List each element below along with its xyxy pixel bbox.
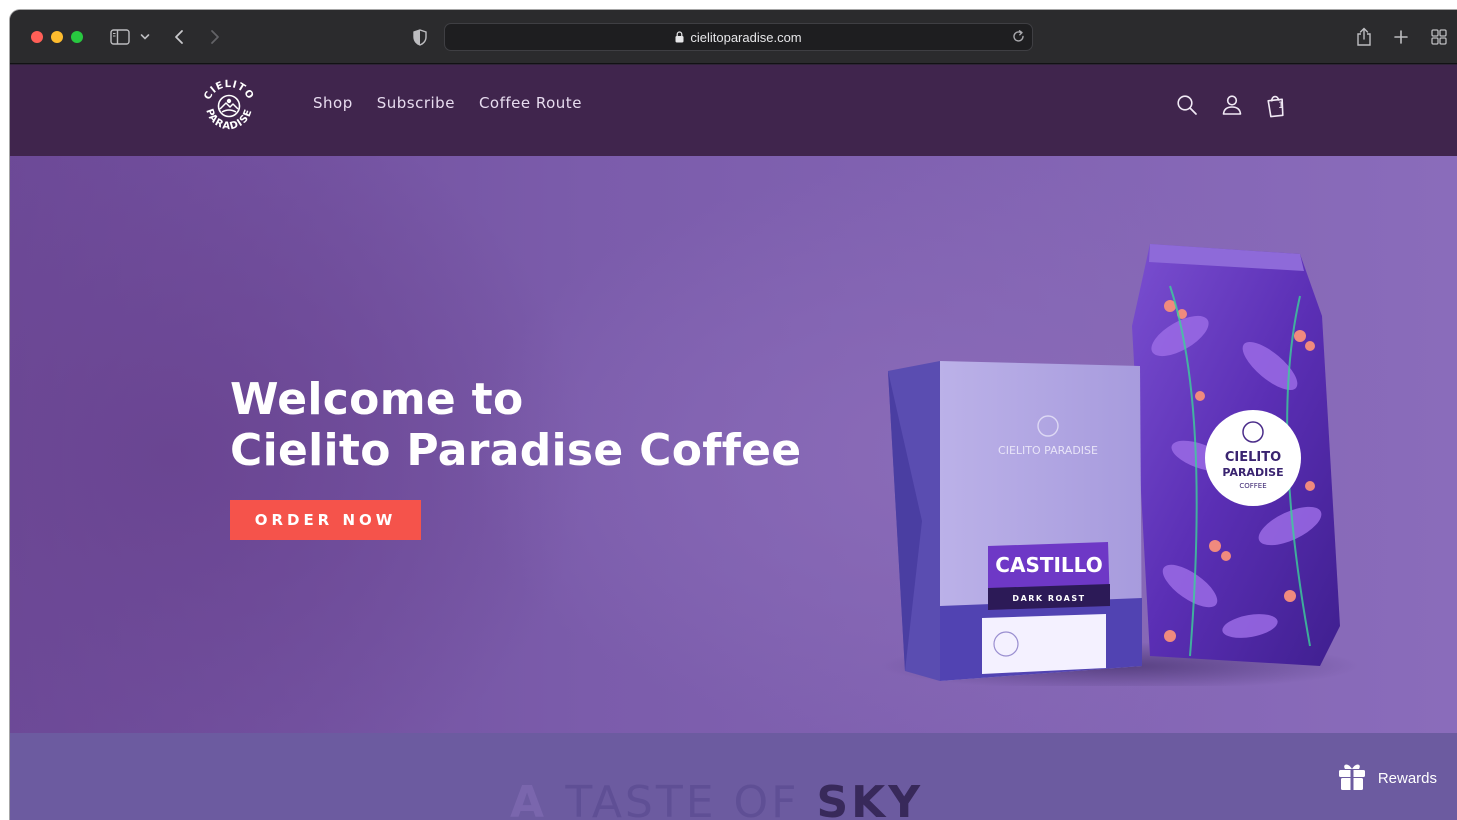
new-tab-icon[interactable] xyxy=(1391,25,1411,49)
hero-banner: Welcome to Cielito Paradise Coffee ORDER… xyxy=(10,156,1457,733)
nav-coffee-route-link[interactable]: Coffee Route xyxy=(479,94,582,112)
sidebar-toggle-icon[interactable] xyxy=(108,25,132,49)
lock-icon xyxy=(675,31,684,43)
privacy-shield-icon[interactable] xyxy=(410,25,430,49)
chevron-down-icon[interactable] xyxy=(138,25,152,49)
browser-window: cielitoparadise.com CIELITO PARADISE Sho… xyxy=(10,10,1457,820)
gift-icon xyxy=(1338,761,1366,795)
zoom-window-button[interactable] xyxy=(71,31,83,43)
close-window-button[interactable] xyxy=(31,31,43,43)
bag-brand-line-1: CIELITO xyxy=(1225,450,1281,465)
account-icon[interactable] xyxy=(1221,91,1243,119)
tagline-part-1: A xyxy=(510,777,566,820)
cart-icon[interactable]: 1 xyxy=(1265,91,1287,119)
back-icon[interactable] xyxy=(170,25,188,49)
coffee-product-image: CIELITO PARADISE COFFEE CIELITO PARADISE… xyxy=(880,244,1360,686)
reload-icon[interactable] xyxy=(1011,29,1026,47)
tab-overview-icon[interactable] xyxy=(1428,25,1450,49)
main-nav: Shop Subscribe Coffee Route xyxy=(313,94,582,112)
share-icon[interactable] xyxy=(1353,25,1375,49)
order-now-button[interactable]: ORDER NOW xyxy=(230,500,421,540)
browser-titlebar: cielitoparadise.com xyxy=(10,10,1457,64)
rewards-label: Rewards xyxy=(1377,769,1437,787)
minimize-window-button[interactable] xyxy=(51,31,63,43)
tagline-part-3: SKY xyxy=(816,777,924,820)
search-icon[interactable] xyxy=(1176,91,1198,119)
coffee-bag: CIELITO PARADISE COFFEE xyxy=(1132,244,1340,666)
tagline-part-2: TASTE OF xyxy=(565,777,817,820)
tagline-section: A TASTE OF SKY Rewards xyxy=(10,733,1457,820)
url-text: cielitoparadise.com xyxy=(690,29,802,45)
nav-subscribe-link[interactable]: Subscribe xyxy=(377,94,455,112)
tagline: A TASTE OF SKY xyxy=(510,777,923,820)
svg-text:CIELITO: CIELITO xyxy=(202,79,256,102)
nav-shop-link[interactable]: Shop xyxy=(313,94,353,112)
box-roast-label: DARK ROAST xyxy=(1012,594,1085,603)
hero-title: Welcome to Cielito Paradise Coffee xyxy=(230,374,801,476)
box-brand-text: CIELITO PARADISE xyxy=(998,444,1098,457)
bag-brand-line-3: COFFEE xyxy=(1239,482,1266,490)
cart-count-badge: 1 xyxy=(1278,101,1284,111)
svg-text:PARADISE: PARADISE xyxy=(203,107,255,132)
coffee-box: CIELITO PARADISE CASTILLO DARK ROAST xyxy=(888,361,1142,681)
site-header: CIELITO PARADISE Shop Subscribe Coffee R… xyxy=(10,65,1457,156)
bag-brand-line-2: PARADISE xyxy=(1222,466,1283,479)
forward-icon[interactable] xyxy=(206,25,224,49)
address-bar[interactable]: cielitoparadise.com xyxy=(444,23,1033,51)
hero-title-line-2: Cielito Paradise Coffee xyxy=(230,425,802,476)
cielito-paradise-logo[interactable]: CIELITO PARADISE xyxy=(196,72,262,138)
box-product-name: CASTILLO xyxy=(995,553,1102,577)
rewards-launcher[interactable]: Rewards xyxy=(1338,761,1437,795)
hero-title-line-1: Welcome to xyxy=(230,374,524,425)
